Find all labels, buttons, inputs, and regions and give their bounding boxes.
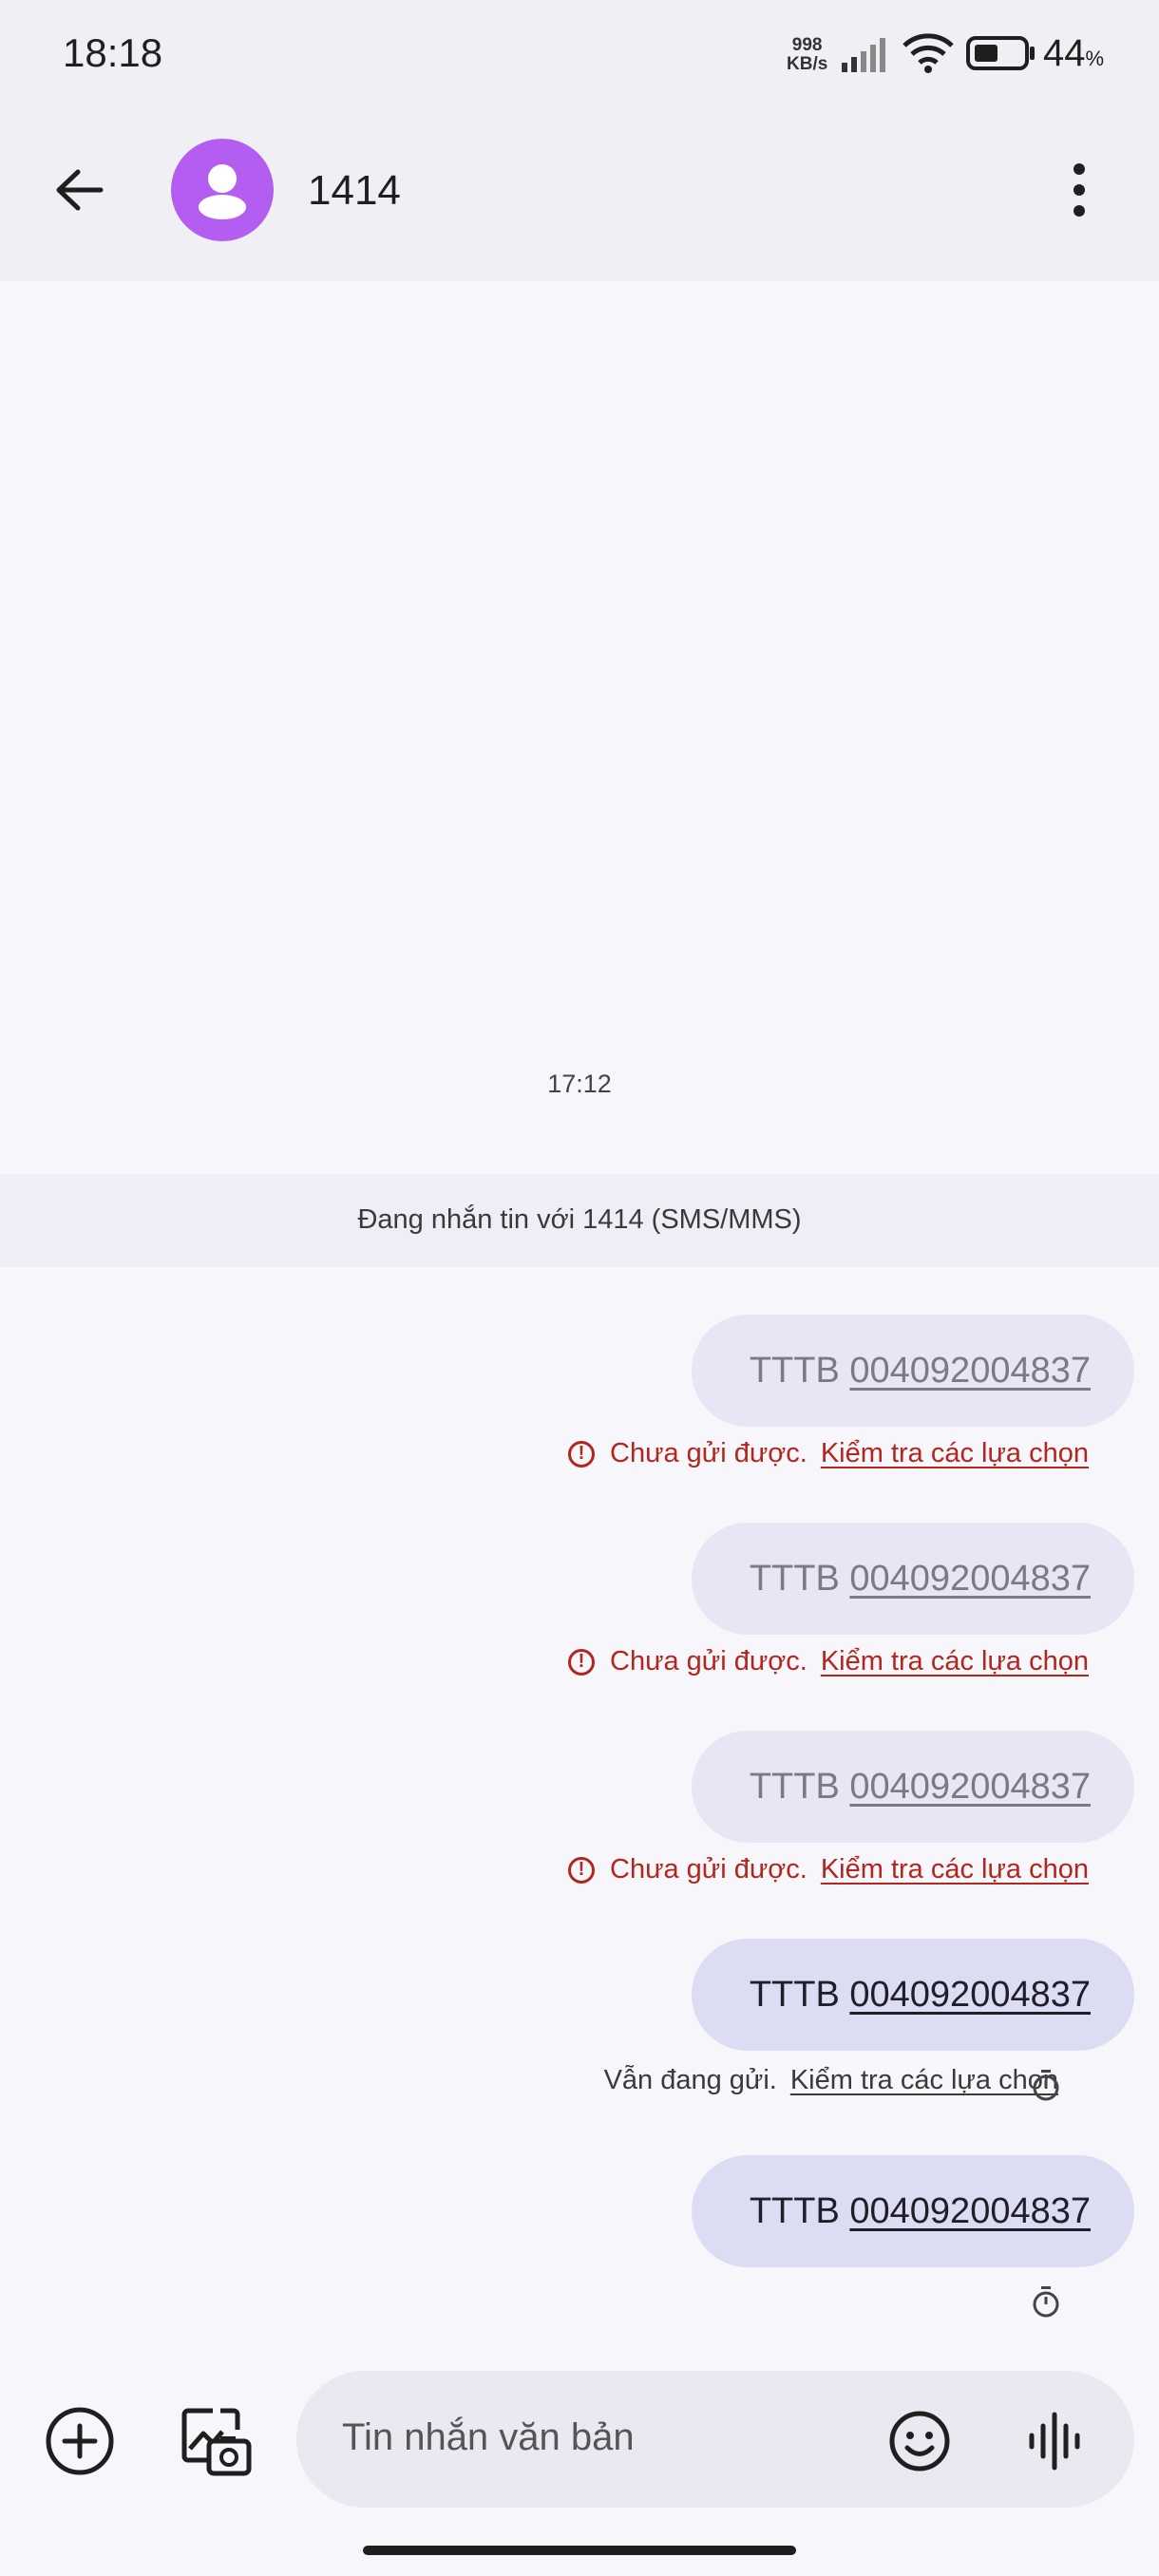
message-prefix: TTTB — [749, 1351, 840, 1391]
check-options-link[interactable]: Kiểm tra các lựa chọn — [821, 1646, 1089, 1677]
message-timestamp: 17:12 — [547, 1070, 612, 1098]
sms-banner-text: Đang nhắn tin với 1414 (SMS/MMS) — [357, 1204, 802, 1235]
arrow-left-icon[interactable] — [51, 161, 108, 218]
message-status: ! Chưa gửi được. Kiểm tra các lựa chọn — [568, 1854, 1089, 1885]
status-text: Chưa gửi được. — [610, 1854, 808, 1885]
message-prefix: TTTB — [749, 1767, 840, 1807]
message-bubble[interactable]: TTTB 004092004837 — [692, 1523, 1134, 1635]
message-prefix: TTTB — [749, 1975, 840, 2015]
battery-percent-unit: % — [1085, 47, 1105, 70]
error-icon: ! — [568, 1648, 595, 1676]
battery-percent-value: 44 — [1043, 32, 1086, 74]
message-input-placeholder[interactable]: Tin nhắn văn bản — [342, 2416, 635, 2459]
check-options-link[interactable]: Kiểm tra các lựa chọn — [790, 2065, 1058, 2096]
status-text: Chưa gửi được. — [610, 1438, 808, 1468]
status-text: Chưa gửi được. — [610, 1646, 808, 1676]
network-speed-unit: KB/s — [787, 54, 828, 74]
status-text: Vẫn đang gửi. — [603, 2065, 777, 2095]
message-number-link[interactable]: 004092004837 — [849, 2191, 1091, 2231]
message-number-link[interactable]: 004092004837 — [849, 1767, 1091, 1807]
avatar[interactable] — [171, 139, 274, 241]
message-bubble[interactable]: TTTB 004092004837 — [692, 1315, 1134, 1427]
check-options-link[interactable]: Kiểm tra các lựa chọn — [821, 1438, 1089, 1469]
home-indicator[interactable] — [363, 2546, 796, 2555]
battery-percent: 44% — [1043, 32, 1104, 75]
contact-title[interactable]: 1414 — [308, 167, 401, 215]
message-bubble[interactable]: TTTB 004092004837 — [692, 2155, 1134, 2267]
more-vert-icon[interactable] — [1064, 161, 1094, 218]
check-options-link[interactable]: Kiểm tra các lựa chọn — [821, 1854, 1089, 1885]
message-number-link[interactable]: 004092004837 — [849, 1559, 1091, 1599]
message-status: Vẫn đang gửi. Kiểm tra các lựa chọn — [604, 2065, 1058, 2096]
add-circle-icon[interactable] — [44, 2405, 116, 2477]
status-time: 18:18 — [63, 30, 163, 75]
gallery-camera-icon[interactable] — [179, 2403, 255, 2479]
message-bubble[interactable]: TTTB 004092004837 — [692, 1731, 1134, 1843]
person-icon — [199, 164, 246, 219]
error-icon: ! — [568, 1856, 595, 1884]
network-speed: 998 KB/s — [787, 36, 827, 74]
signal-icon — [842, 38, 885, 72]
message-bubble[interactable]: TTTB 004092004837 — [692, 1939, 1134, 2051]
wifi-icon — [902, 33, 954, 73]
emoji-icon[interactable] — [887, 2409, 952, 2473]
timer-icon — [1033, 2286, 1059, 2318]
timer-icon — [1033, 2070, 1059, 2101]
error-icon: ! — [568, 1440, 595, 1468]
message-status: ! Chưa gửi được. Kiểm tra các lựa chọn — [568, 1646, 1089, 1677]
message-prefix: TTTB — [749, 2191, 840, 2231]
message-number-link[interactable]: 004092004837 — [849, 1975, 1091, 2015]
voice-waveform-icon[interactable] — [1026, 2411, 1083, 2472]
battery-icon — [966, 36, 1035, 70]
message-number-link[interactable]: 004092004837 — [849, 1351, 1091, 1391]
network-speed-value: 998 — [791, 35, 823, 55]
message-status: ! Chưa gửi được. Kiểm tra các lựa chọn — [568, 1438, 1089, 1469]
message-prefix: TTTB — [749, 1559, 840, 1599]
